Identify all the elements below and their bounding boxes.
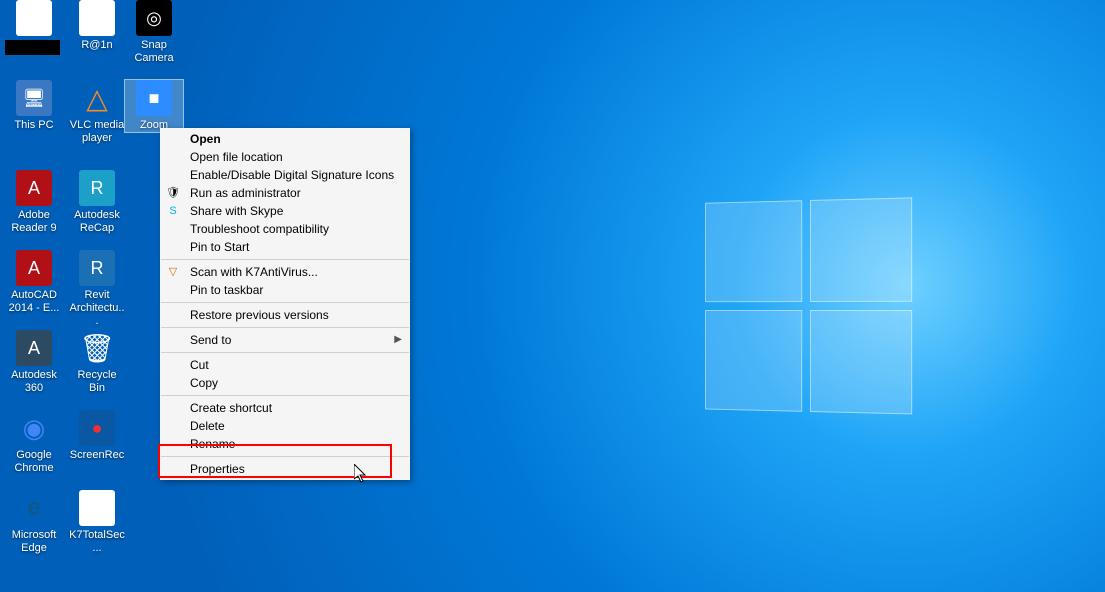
- menu-item-rename[interactable]: Rename: [160, 435, 410, 453]
- menu-item-pin-to-start[interactable]: Pin to Start: [160, 238, 410, 256]
- desktop-icon-chrome[interactable]: ◉ Google Chrome: [5, 410, 63, 475]
- menu-item-share-with-skype[interactable]: S Share with Skype: [160, 202, 410, 220]
- acad-icon: A: [16, 250, 52, 286]
- menu-separator: [161, 352, 409, 353]
- vlc-icon: △: [79, 80, 115, 116]
- desktop-icon-thispc[interactable]: 🖥 This PC: [5, 80, 63, 132]
- desktop-icon-rain[interactable]: ≡ R@1n: [68, 0, 126, 52]
- menu-separator: [161, 327, 409, 328]
- menu-item-label: Troubleshoot compatibility: [190, 222, 329, 236]
- menu-item-create-shortcut[interactable]: Create shortcut: [160, 399, 410, 417]
- k7-icon: ▽: [166, 265, 180, 279]
- menu-item-open[interactable]: Open: [160, 130, 410, 148]
- desktop-icon-redacted[interactable]: [5, 0, 63, 39]
- menu-item-label: Open file location: [190, 150, 283, 164]
- desktop-icon-label: Revit Architectu...: [68, 289, 126, 328]
- menu-item-label: Scan with K7AntiVirus...: [190, 265, 318, 279]
- chrome-icon: ◉: [16, 410, 52, 446]
- desktop[interactable]: ≡ R@1n ◎ Snap Camera 🖥 This PC △ VLC media play…: [0, 0, 1105, 592]
- desktop-icon-label: Recycle Bin: [68, 369, 126, 395]
- desktop-icon-label: Autodesk ReCap: [68, 209, 126, 235]
- menu-item-troubleshoot-compatibility[interactable]: Troubleshoot compatibility: [160, 220, 410, 238]
- desktop-icon-edge[interactable]: e Microsoft Edge: [5, 490, 63, 555]
- menu-separator: [161, 395, 409, 396]
- menu-item-delete[interactable]: Delete: [160, 417, 410, 435]
- menu-item-label: Send to: [190, 333, 231, 347]
- menu-item-label: Rename: [190, 437, 235, 451]
- desktop-icon-label: This PC: [5, 119, 63, 132]
- menu-item-enable-disable-digital-signature-icons[interactable]: Enable/Disable Digital Signature Icons: [160, 166, 410, 184]
- recap-icon: R: [79, 170, 115, 206]
- bin-icon: 🗑: [79, 330, 115, 366]
- desktop-icon-k7[interactable]: K7 K7TotalSec...: [68, 490, 126, 555]
- menu-item-label: Restore previous versions: [190, 308, 329, 322]
- menu-item-label: Pin to taskbar: [190, 283, 263, 297]
- desktop-icon-srec[interactable]: ● ScreenRec: [68, 410, 126, 462]
- desktop-icon-label: ScreenRec: [68, 449, 126, 462]
- desktop-icon-acad[interactable]: A AutoCAD 2014 - E...: [5, 250, 63, 315]
- menu-item-label: Open: [190, 132, 221, 146]
- desktop-icon-label: R@1n: [68, 39, 126, 52]
- desktop-icon-label: Snap Camera: [125, 39, 183, 65]
- menu-item-open-file-location[interactable]: Open file location: [160, 148, 410, 166]
- menu-item-properties[interactable]: Properties: [160, 460, 410, 478]
- snapcamera-icon: ◎: [136, 0, 172, 36]
- menu-item-label: Cut: [190, 358, 209, 372]
- reader9-icon: A: [16, 170, 52, 206]
- skype-icon: S: [166, 204, 180, 218]
- edge-icon: e: [16, 490, 52, 526]
- context-menu[interactable]: Open Open file location Enable/Disable Dig…: [160, 128, 410, 480]
- desktop-icon-revit[interactable]: RRevit Architectu...: [68, 250, 126, 328]
- windows-logo: [705, 197, 920, 423]
- menu-item-label: Enable/Disable Digital Signature Icons: [190, 168, 394, 182]
- menu-item-scan-with-k7antivirus[interactable]: ▽ Scan with K7AntiVirus...: [160, 263, 410, 281]
- desktop-icon-label: Adobe Reader 9: [5, 209, 63, 235]
- menu-item-label: Create shortcut: [190, 401, 272, 415]
- k7-icon: K7: [79, 490, 115, 526]
- desktop-icon-label: VLC media player: [68, 119, 126, 145]
- desktop-icon-label: Autodesk 360: [5, 369, 63, 395]
- zoom-icon: ■: [136, 80, 172, 116]
- menu-item-label: Properties: [190, 462, 245, 476]
- desktop-icon-bin[interactable]: 🗑 Recycle Bin: [68, 330, 126, 395]
- desktop-icon-a360[interactable]: A Autodesk 360: [5, 330, 63, 395]
- menu-item-label: Run as administrator: [190, 186, 301, 200]
- shield-icon: 🛡: [166, 186, 180, 200]
- desktop-icon-vlc[interactable]: △ VLC media player: [68, 80, 126, 145]
- desktop-icon-label: Microsoft Edge: [5, 529, 63, 555]
- rain-icon: ≡: [79, 0, 115, 36]
- a360-icon: A: [16, 330, 52, 366]
- thispc-icon: 🖥: [16, 80, 52, 116]
- redacted-icon: [16, 0, 52, 36]
- menu-separator: [161, 302, 409, 303]
- desktop-icon-label: AutoCAD 2014 - E...: [5, 289, 63, 315]
- desktop-icon-label: K7TotalSec...: [68, 529, 126, 555]
- menu-item-restore-previous-versions[interactable]: Restore previous versions: [160, 306, 410, 324]
- submenu-arrow-icon: ▶: [394, 331, 402, 349]
- menu-separator: [161, 456, 409, 457]
- desktop-icon-snapcamera[interactable]: ◎ Snap Camera: [125, 0, 183, 65]
- menu-item-label: Copy: [190, 376, 218, 390]
- menu-item-label: Pin to Start: [190, 240, 249, 254]
- menu-item-cut[interactable]: Cut: [160, 356, 410, 374]
- menu-item-label: Delete: [190, 419, 225, 433]
- revit-icon: R: [79, 250, 115, 286]
- menu-item-label: Share with Skype: [190, 204, 283, 218]
- desktop-icon-reader9[interactable]: A Adobe Reader 9: [5, 170, 63, 235]
- menu-item-pin-to-taskbar[interactable]: Pin to taskbar: [160, 281, 410, 299]
- menu-item-copy[interactable]: Copy: [160, 374, 410, 392]
- desktop-icon-zoom[interactable]: ■Zoom: [125, 80, 183, 132]
- desktop-icon-recap[interactable]: R Autodesk ReCap: [68, 170, 126, 235]
- menu-separator: [161, 259, 409, 260]
- menu-item-send-to[interactable]: Send to ▶: [160, 331, 410, 349]
- menu-item-run-as-administrator[interactable]: 🛡 Run as administrator: [160, 184, 410, 202]
- srec-icon: ●: [79, 410, 115, 446]
- redacted-label: [5, 40, 60, 55]
- desktop-icon-label: Google Chrome: [5, 449, 63, 475]
